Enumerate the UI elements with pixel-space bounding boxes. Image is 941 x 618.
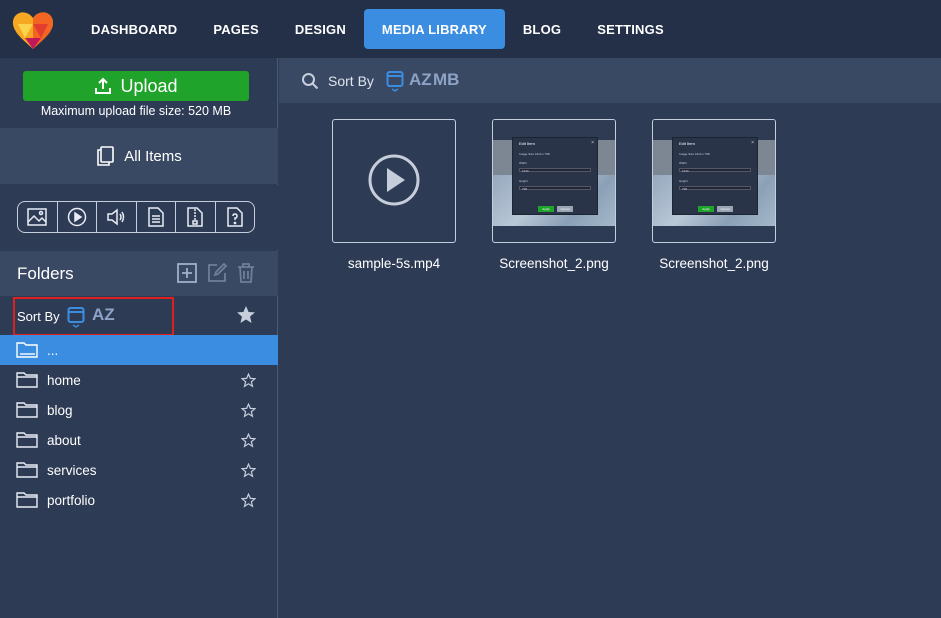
- media-item-image[interactable]: Edit Item × Image Size 1916 x 798 Width …: [652, 119, 776, 271]
- filter-audio-button[interactable]: [97, 202, 137, 232]
- media-item-video[interactable]: sample-5s.mp4: [332, 119, 456, 271]
- folder-icon: [16, 432, 38, 448]
- unknown-file-icon: [227, 207, 243, 227]
- edit-folder-icon[interactable]: [206, 262, 228, 284]
- media-item-image[interactable]: Edit Item × Image Size 1916 x 798 Width …: [492, 119, 616, 271]
- nav-settings[interactable]: SETTINGS: [579, 9, 682, 49]
- folder-open-icon: [16, 342, 38, 358]
- folder-actions: [176, 262, 256, 284]
- all-items-button[interactable]: All Items: [0, 128, 278, 184]
- archive-icon: [187, 207, 203, 227]
- sidebar: Upload Maximum upload file size: 520 MB …: [0, 58, 278, 618]
- folder-sort-row: Sort By AZ: [0, 296, 278, 336]
- nav-design[interactable]: DESIGN: [277, 9, 364, 49]
- filter-video-button[interactable]: [58, 202, 97, 232]
- folder-name: portfolio: [47, 493, 96, 508]
- nav-media-library[interactable]: MEDIA LIBRARY: [363, 9, 505, 49]
- all-items-label: All Items: [124, 147, 182, 165]
- media-filename: Screenshot_2.png: [499, 256, 609, 271]
- favorite-star-icon[interactable]: [241, 403, 256, 418]
- folder-name: about: [47, 433, 81, 448]
- folder-item-services[interactable]: services: [0, 455, 278, 485]
- favorite-star-icon[interactable]: [241, 373, 256, 388]
- folder-item-blog[interactable]: blog: [0, 395, 278, 425]
- sort-by-date-icon[interactable]: [386, 70, 404, 92]
- folders-header: Folders: [0, 251, 278, 296]
- copy-files-icon: [97, 146, 115, 166]
- folder-sort-label: Sort By: [17, 309, 60, 324]
- media-toolbar: Sort By AZ MB: [279, 58, 941, 103]
- folder-icon: [16, 372, 38, 388]
- filter-other-button[interactable]: [216, 202, 255, 232]
- upload-button-label: Upload: [120, 75, 178, 96]
- file-type-filter-bar: [0, 185, 278, 250]
- folder-name: ...: [47, 343, 59, 358]
- sort-by-size-button[interactable]: MB: [433, 70, 459, 90]
- media-thumbnail[interactable]: Edit Item × Image Size 1916 x 798 Width …: [652, 119, 776, 243]
- image-icon: [27, 208, 47, 226]
- favorites-star-icon[interactable]: [236, 305, 256, 325]
- sort-by-name-button[interactable]: AZ: [92, 305, 115, 325]
- sort-by-name-button[interactable]: AZ: [409, 70, 432, 90]
- favorite-star-icon[interactable]: [241, 433, 256, 448]
- filter-archives-button[interactable]: [176, 202, 216, 232]
- folder-name: services: [47, 463, 97, 478]
- file-type-filter-group: [17, 201, 255, 233]
- folder-item-home[interactable]: home: [0, 365, 278, 395]
- document-icon: [148, 207, 164, 227]
- delete-folder-icon[interactable]: [236, 262, 256, 284]
- folders-title: Folders: [17, 264, 74, 283]
- video-icon: [67, 207, 86, 227]
- main-nav: DASHBOARD PAGES DESIGN MEDIA LIBRARY BLO…: [73, 9, 682, 49]
- folder-item-parent[interactable]: ...: [0, 335, 278, 365]
- nav-dashboard[interactable]: DASHBOARD: [73, 9, 195, 49]
- media-filename: Screenshot_2.png: [659, 256, 769, 271]
- nav-pages[interactable]: PAGES: [195, 9, 277, 49]
- media-thumbnail[interactable]: [332, 119, 456, 243]
- thumbnail-dialog-preview: Edit Item × Image Size 1916 x 798 Width …: [512, 137, 598, 215]
- filter-documents-button[interactable]: [137, 202, 176, 232]
- media-filename: sample-5s.mp4: [347, 256, 441, 271]
- upload-icon: [95, 77, 112, 94]
- favorite-star-icon[interactable]: [241, 493, 256, 508]
- folder-item-portfolio[interactable]: portfolio: [0, 485, 278, 515]
- search-icon[interactable]: [301, 72, 319, 90]
- top-navbar: DASHBOARD PAGES DESIGN MEDIA LIBRARY BLO…: [0, 0, 941, 58]
- filter-images-button[interactable]: [18, 202, 58, 232]
- audio-icon: [107, 208, 125, 226]
- upload-button[interactable]: Upload: [23, 71, 249, 101]
- folder-list: ... home blog about services portfolio: [0, 335, 278, 515]
- upload-size-note: Maximum upload file size: 520 MB: [40, 104, 232, 118]
- nav-blog[interactable]: BLOG: [505, 9, 579, 49]
- folder-icon: [16, 402, 38, 418]
- play-icon: [368, 154, 420, 206]
- folder-name: home: [47, 373, 81, 388]
- folder-icon: [16, 462, 38, 478]
- add-folder-icon[interactable]: [176, 262, 198, 284]
- folder-icon: [16, 492, 38, 508]
- folder-item-about[interactable]: about: [0, 425, 278, 455]
- logo-icon[interactable]: [12, 10, 54, 50]
- sort-by-date-icon[interactable]: [67, 306, 85, 328]
- thumbnail-dialog-preview: Edit Item × Image Size 1916 x 798 Width …: [672, 137, 758, 215]
- media-sort-label: Sort By: [328, 73, 374, 89]
- folder-name: blog: [47, 403, 73, 418]
- media-thumbnail[interactable]: Edit Item × Image Size 1916 x 798 Width …: [492, 119, 616, 243]
- favorite-star-icon[interactable]: [241, 463, 256, 478]
